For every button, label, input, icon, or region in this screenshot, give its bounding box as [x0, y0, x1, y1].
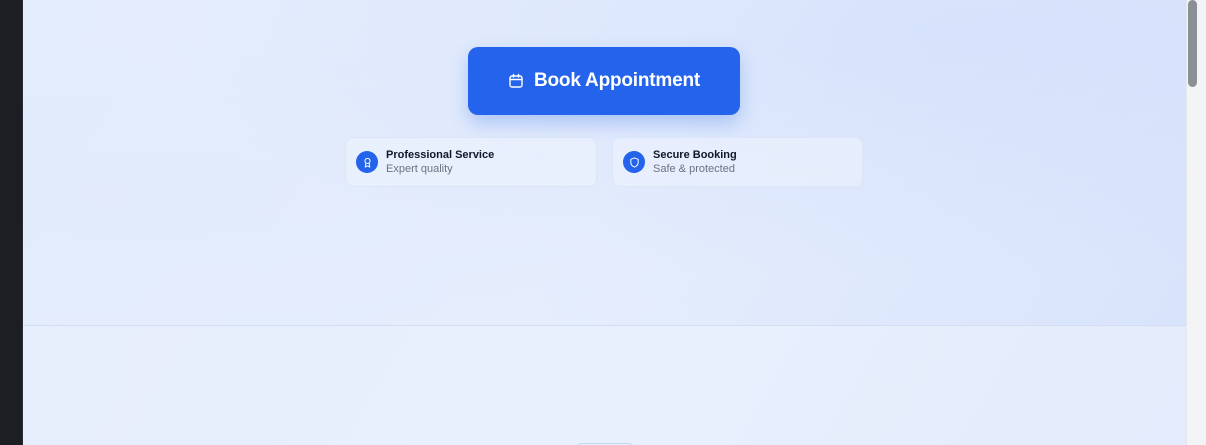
feature-title: Secure Booking	[653, 149, 737, 161]
page-viewport: Book Appointment Professional Service Ex…	[23, 0, 1186, 445]
award-icon	[356, 151, 378, 173]
hero-section: Book Appointment Professional Service Ex…	[23, 0, 1186, 326]
book-appointment-button[interactable]: Book Appointment	[468, 47, 740, 115]
feature-professional-service: Professional Service Expert quality	[345, 137, 597, 187]
feature-subtitle: Expert quality	[386, 163, 453, 175]
feature-title: Professional Service	[386, 149, 495, 161]
scrollbar-thumb[interactable]	[1188, 0, 1197, 87]
next-section	[23, 326, 1186, 445]
feature-subtitle: Safe & protected	[653, 163, 735, 175]
feature-secure-booking: Secure Booking Safe & protected	[612, 137, 863, 187]
shield-icon	[623, 151, 645, 173]
browser-left-rail	[0, 0, 23, 445]
calendar-icon	[508, 73, 524, 89]
book-appointment-label: Book Appointment	[533, 70, 701, 91]
